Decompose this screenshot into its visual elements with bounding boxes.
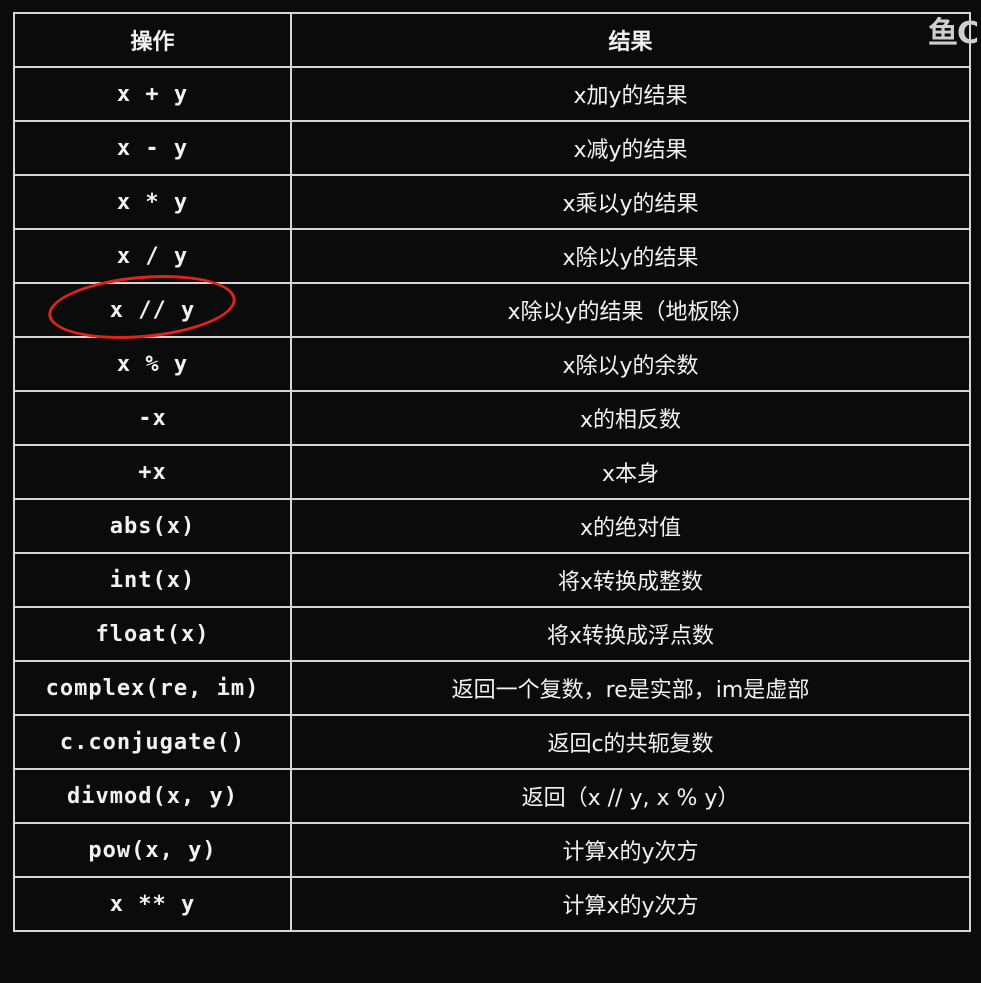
table-row: +x x本身 bbox=[13, 444, 971, 500]
result-cell: x本身 bbox=[290, 444, 971, 500]
operation-cell: x * y bbox=[13, 174, 292, 230]
table-row: float(x) 将x转换成浮点数 bbox=[13, 606, 971, 662]
operation-text: x / y bbox=[116, 243, 189, 269]
operation-cell: c.conjugate() bbox=[13, 714, 292, 770]
operation-text: x - y bbox=[116, 135, 189, 161]
fishc-watermark-logo: 鱼C bbox=[927, 16, 979, 51]
result-cell: 返回（x // y, x % y） bbox=[290, 768, 971, 824]
result-cell: x除以y的余数 bbox=[290, 336, 971, 392]
result-cell: 将x转换成浮点数 bbox=[290, 606, 971, 662]
table-row: x - y x减y的结果 bbox=[13, 120, 971, 176]
operation-cell: pow(x, y) bbox=[13, 822, 292, 878]
operation-cell: float(x) bbox=[13, 606, 292, 662]
result-cell: 返回一个复数，re是实部，im是虚部 bbox=[290, 660, 971, 716]
table-row: x ** y 计算x的y次方 bbox=[13, 876, 971, 932]
operation-text: x + y bbox=[116, 81, 189, 107]
table-row: x + y x加y的结果 bbox=[13, 66, 971, 122]
table-row: complex(re, im) 返回一个复数，re是实部，im是虚部 bbox=[13, 660, 971, 716]
operation-text: abs(x) bbox=[109, 513, 196, 539]
result-cell: 返回c的共轭复数 bbox=[290, 714, 971, 770]
operation-text: +x bbox=[138, 459, 167, 485]
operation-text: x * y bbox=[116, 189, 189, 215]
slide-stage: 操作 结果 x + y x加y的结果 x - y x减y的结果 x * y x乘… bbox=[0, 0, 981, 983]
operation-cell: x ** y bbox=[13, 876, 292, 932]
operation-cell: complex(re, im) bbox=[13, 660, 292, 716]
operation-text-value: x // y bbox=[109, 297, 196, 323]
result-cell: x的相反数 bbox=[290, 390, 971, 446]
table-header-row: 操作 结果 bbox=[13, 12, 971, 68]
result-cell: x乘以y的结果 bbox=[290, 174, 971, 230]
operators-table: 操作 结果 x + y x加y的结果 x - y x减y的结果 x * y x乘… bbox=[13, 12, 971, 932]
header-result: 结果 bbox=[290, 12, 971, 68]
operation-text: x // y bbox=[45, 267, 239, 346]
operation-cell: abs(x) bbox=[13, 498, 292, 554]
operation-cell: x % y bbox=[13, 336, 292, 392]
table-row: x / y x除以y的结果 bbox=[13, 228, 971, 284]
operation-text: -x bbox=[138, 405, 167, 431]
operation-text: x ** y bbox=[109, 891, 196, 917]
operation-cell: int(x) bbox=[13, 552, 292, 608]
result-cell: x的绝对值 bbox=[290, 498, 971, 554]
table-body: x + y x加y的结果 x - y x减y的结果 x * y x乘以y的结果 … bbox=[13, 66, 971, 932]
operation-text: pow(x, y) bbox=[88, 837, 217, 863]
result-cell: 计算x的y次方 bbox=[290, 822, 971, 878]
operation-cell: -x bbox=[13, 390, 292, 446]
table-row: abs(x) x的绝对值 bbox=[13, 498, 971, 554]
operation-text: float(x) bbox=[95, 621, 210, 647]
result-cell: x除以y的结果（地板除） bbox=[290, 282, 971, 338]
operation-text: divmod(x, y) bbox=[67, 783, 238, 809]
header-operation: 操作 bbox=[13, 12, 292, 68]
operation-cell: x - y bbox=[13, 120, 292, 176]
result-cell: 计算x的y次方 bbox=[290, 876, 971, 932]
table-row: c.conjugate() 返回c的共轭复数 bbox=[13, 714, 971, 770]
table-row: divmod(x, y) 返回（x // y, x % y） bbox=[13, 768, 971, 824]
operation-text: complex(re, im) bbox=[45, 675, 260, 701]
table-row: x * y x乘以y的结果 bbox=[13, 174, 971, 230]
operation-cell: x / y bbox=[13, 228, 292, 284]
operation-text: int(x) bbox=[109, 567, 196, 593]
operation-text: x % y bbox=[116, 351, 189, 377]
operation-cell: x + y bbox=[13, 66, 292, 122]
table-row-highlighted: x // y x除以y的结果（地板除） bbox=[13, 267, 971, 346]
operation-cell: +x bbox=[13, 444, 292, 500]
result-cell: x加y的结果 bbox=[290, 66, 971, 122]
table-row: int(x) 将x转换成整数 bbox=[13, 552, 971, 608]
operation-cell: x // y bbox=[13, 267, 292, 346]
result-cell: 将x转换成整数 bbox=[290, 552, 971, 608]
operation-text: c.conjugate() bbox=[59, 729, 246, 755]
result-cell: x除以y的结果 bbox=[290, 228, 971, 284]
operation-cell: divmod(x, y) bbox=[13, 768, 292, 824]
table-row: x % y x除以y的余数 bbox=[13, 336, 971, 392]
table-row: -x x的相反数 bbox=[13, 390, 971, 446]
result-cell: x减y的结果 bbox=[290, 120, 971, 176]
table-row: pow(x, y) 计算x的y次方 bbox=[13, 822, 971, 878]
